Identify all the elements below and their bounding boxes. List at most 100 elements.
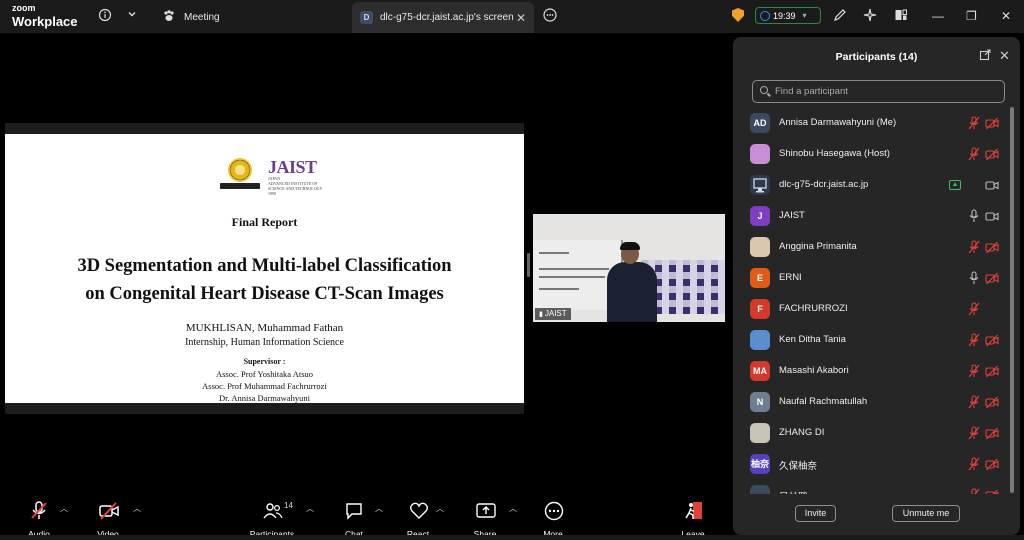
bottom-edge-strip: [0, 535, 1024, 540]
participant-list[interactable]: AD Annisa Darmawahyuni (Me) Shinobu Hasega…: [733, 108, 1020, 494]
leave-icon: [684, 501, 702, 521]
participant-name: ERNI: [779, 272, 802, 283]
slide-program: Internship, Human Information Science: [185, 337, 344, 348]
tab-meeting[interactable]: Meeting: [162, 2, 352, 33]
meeting-timer[interactable]: 19:39 ▾: [755, 7, 821, 24]
speaker-figure: [607, 262, 657, 322]
participant-row[interactable]: MA Masashi Akabori: [733, 356, 1020, 387]
mic-muted-icon: [30, 501, 48, 521]
slide-logos: JAIST Japan Advanced Institute of Scienc…: [218, 157, 358, 196]
slide-supervisor-1: Assoc. Prof Yoshitaka Atsuo: [215, 369, 314, 379]
participants-button[interactable]: 14 Participants: [242, 501, 302, 539]
tab-screen-label: dlc-g75-dcr.jaist.ac.jp's screen: [380, 12, 514, 23]
slide-heading: Final Report: [231, 215, 298, 229]
slide-supervisor-3: Dr. Annisa Darmawahyuni: [219, 393, 310, 403]
more-icon[interactable]: [542, 8, 558, 24]
speaker-video[interactable]: ▮ JAIST: [533, 214, 725, 322]
unmute-me-button[interactable]: Unmute me: [892, 505, 960, 522]
sparkle-icon[interactable]: [862, 8, 878, 24]
participant-row[interactable]: Shinobu Hasegawa (Host): [733, 139, 1020, 170]
annotate-icon[interactable]: [832, 8, 848, 24]
view-icon[interactable]: [893, 8, 909, 24]
react-options-caret-icon[interactable]: ︿: [436, 503, 444, 514]
scrollbar-thumb[interactable]: [1010, 107, 1014, 493]
avatar: MA: [750, 361, 770, 381]
video-options-caret-icon[interactable]: ︿: [133, 503, 141, 514]
mic-muted-icon: [967, 240, 981, 254]
chat-options-caret-icon[interactable]: ︿: [375, 503, 383, 514]
brand-top: zoom: [12, 3, 36, 13]
info-icon[interactable]: [97, 8, 113, 24]
participant-row[interactable]: Ken Ditha Tania: [733, 325, 1020, 356]
mic-icon: [967, 209, 981, 223]
mic-icon: [967, 271, 981, 285]
minimize-icon[interactable]: —: [932, 9, 944, 23]
participants-options-caret-icon[interactable]: ︿: [306, 503, 314, 514]
video-off-icon: [985, 147, 999, 161]
video-off-icon: [985, 364, 999, 378]
split-resize-handle[interactable]: [527, 253, 530, 277]
tab-meeting-label: Meeting: [184, 12, 220, 23]
leave-button[interactable]: Leave: [663, 501, 723, 539]
restore-icon[interactable]: ❐: [966, 9, 977, 23]
shared-screen[interactable]: JAIST Japan Advanced Institute of Scienc…: [5, 123, 524, 414]
participant-name: dlc-g75-dcr.jaist.ac.jp: [779, 179, 869, 190]
participant-row[interactable]: AD Annisa Darmawahyuni (Me): [733, 108, 1020, 139]
participants-icon: [263, 501, 283, 521]
participant-row[interactable]: ZHANG DI: [733, 418, 1020, 449]
participants-count: 14: [284, 501, 293, 510]
participant-row[interactable]: E ERNI: [733, 263, 1020, 294]
video-icon: [985, 209, 999, 223]
shield-icon[interactable]: [732, 8, 744, 22]
participant-row[interactable]: N Naufal Rachmatullah: [733, 387, 1020, 418]
video-button[interactable]: Video: [78, 501, 138, 539]
more-button[interactable]: More: [523, 501, 583, 539]
participant-row[interactable]: F FACHRURROZI: [733, 294, 1020, 325]
tab-shared-screen[interactable]: D dlc-g75-dcr.jaist.ac.jp's screen ✕: [352, 2, 534, 33]
participant-name: Masashi Akabori: [779, 365, 849, 376]
avatar: [750, 423, 770, 443]
avatar: [750, 237, 770, 257]
avatar: F: [750, 299, 770, 319]
participant-row[interactable]: 吴林璐: [733, 480, 1020, 494]
chat-icon: [345, 501, 363, 521]
video-off-icon: [985, 426, 999, 440]
participant-row[interactable]: Anggina Primanita: [733, 232, 1020, 263]
video-off-icon: [99, 501, 119, 521]
participant-row[interactable]: dlc-g75-dcr.jaist.ac.jp: [733, 170, 1020, 201]
avatar: 柚奈: [750, 454, 770, 474]
participant-name: 吴林璐: [779, 489, 808, 494]
chevron-down-icon[interactable]: [124, 8, 140, 24]
close-tab-icon[interactable]: ✕: [516, 11, 526, 25]
close-icon[interactable]: ✕: [1001, 9, 1011, 23]
panel-title: Participants (14): [835, 51, 918, 63]
audio-options-caret-icon[interactable]: ︿: [60, 503, 68, 514]
avatar: N: [750, 392, 770, 412]
video-off-icon: [985, 271, 999, 285]
search-icon: [760, 86, 768, 94]
invite-button[interactable]: Invite: [795, 505, 836, 522]
share-options-caret-icon[interactable]: ︿: [509, 503, 517, 514]
slide-title-line-2: on Congenital Heart Disease CT-Scan Imag…: [85, 284, 444, 304]
avatar: [750, 485, 770, 494]
meeting-toolbar: Audio ︿ Video ︿ 14 Participants ︿ Chat ︿…: [0, 495, 728, 540]
video-off-icon: [985, 240, 999, 254]
participant-row[interactable]: 柚奈 久保柚奈: [733, 449, 1020, 480]
share-button[interactable]: Share: [455, 501, 515, 539]
popout-icon[interactable]: [979, 49, 991, 64]
brand-bottom: Workplace: [12, 14, 78, 29]
mic-muted-icon: [967, 333, 981, 347]
chevron-down-icon: ▾: [802, 11, 807, 20]
video-name: JAIST: [544, 309, 567, 318]
participant-row[interactable]: J JAIST: [733, 201, 1020, 232]
presentation-slide: JAIST Japan Advanced Institute of Scienc…: [5, 134, 524, 403]
video-off-icon: [985, 395, 999, 409]
timer-value: 19:39: [773, 10, 796, 21]
participant-search-input[interactable]: Find a participant: [752, 80, 1005, 103]
meeting-paw-icon: [162, 9, 176, 26]
close-panel-icon[interactable]: ✕: [999, 48, 1010, 64]
mic-muted-icon: [967, 426, 981, 440]
jaist-logo-text: JAIST: [268, 157, 317, 177]
avatar: J: [750, 206, 770, 226]
title-bar: zoom Workplace Meeting D dlc-g75-dcr.jai…: [0, 0, 1024, 33]
